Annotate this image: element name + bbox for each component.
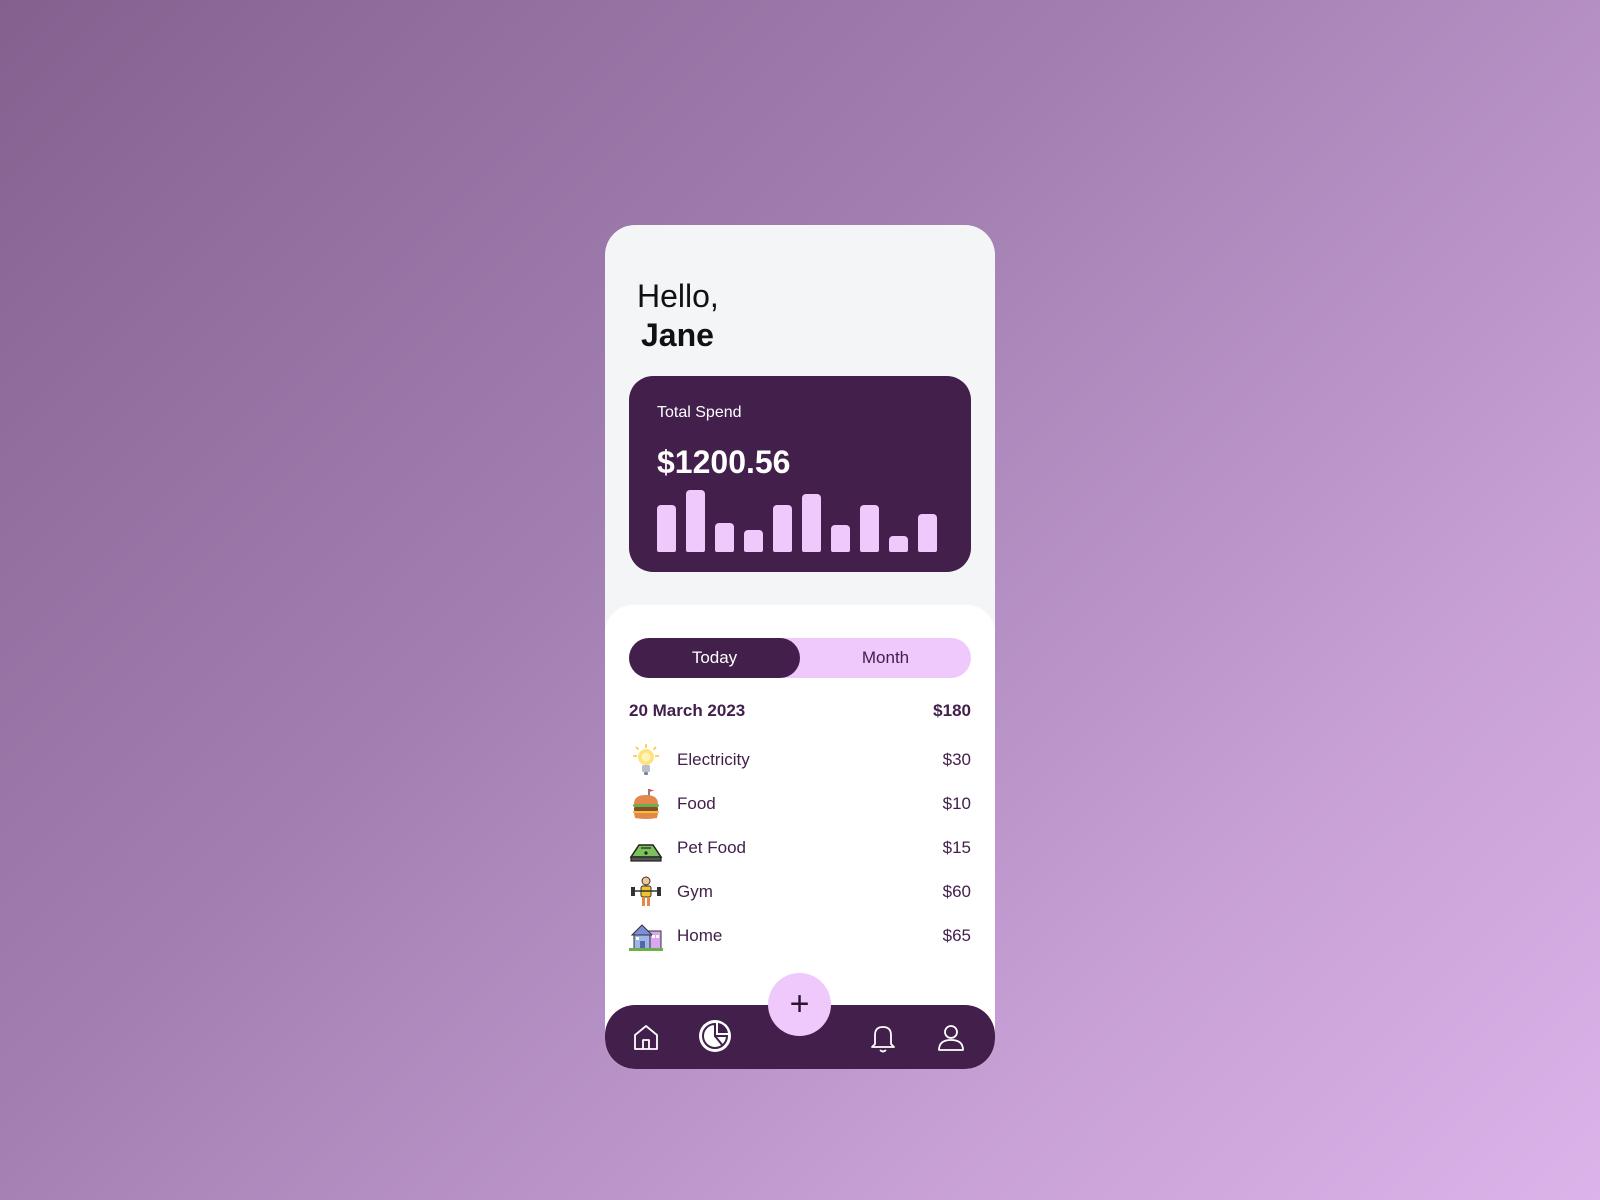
spend-bar: [831, 525, 850, 552]
expense-item-gym[interactable]: Gym $60: [629, 870, 971, 914]
house-icon: [629, 918, 677, 954]
expense-label: Gym: [677, 882, 713, 901]
lightbulb-icon: [629, 742, 677, 778]
period-toggle: Today Month: [629, 638, 971, 678]
user-icon[interactable]: [935, 1021, 967, 1053]
pet-bed-icon: [629, 830, 677, 866]
weightlifter-icon: [629, 874, 677, 910]
total-spend-label: Total Spend: [657, 404, 742, 421]
spend-bar: [773, 505, 792, 552]
burger-icon: [629, 786, 677, 822]
expense-label: Food: [677, 794, 716, 813]
greeting-hello: Hello,: [637, 278, 719, 314]
expense-list: Electricity $30 Food $10 Pet Food $15 Gy…: [629, 738, 971, 958]
expense-amount: $30: [942, 750, 971, 769]
spend-bar: [715, 523, 734, 552]
spend-bar-chart: [657, 490, 939, 552]
expense-amount: $10: [942, 794, 971, 813]
expense-amount: $15: [942, 838, 971, 857]
expense-label: Pet Food: [677, 838, 746, 857]
phone-screen: Hello, Jane Total Spend $1200.56 Today M…: [605, 225, 995, 1069]
summary-total: $180: [933, 701, 971, 720]
expense-item-electricity[interactable]: Electricity $30: [629, 738, 971, 782]
spend-bar: [686, 490, 705, 552]
spend-bar: [744, 530, 763, 552]
spend-bar: [889, 536, 908, 552]
expense-amount: $65: [942, 926, 971, 945]
add-expense-button[interactable]: +: [768, 973, 831, 1036]
summary-date: 20 March 2023: [629, 701, 746, 720]
greeting: Hello, Jane: [637, 277, 719, 355]
expense-item-pet-food[interactable]: Pet Food $15: [629, 826, 971, 870]
toggle-today[interactable]: Today: [629, 638, 800, 678]
expense-item-home[interactable]: Home $65: [629, 914, 971, 958]
spend-bar: [918, 514, 937, 552]
expense-label: Home: [677, 926, 723, 945]
date-summary-row: 20 March 2023 $180: [629, 701, 971, 721]
spend-bar: [657, 505, 676, 552]
chart-icon[interactable]: [698, 1019, 732, 1053]
expense-label: Electricity: [677, 750, 750, 769]
expense-amount: $60: [942, 882, 971, 901]
user-name: Jane: [641, 317, 714, 353]
total-spend-amount: $1200.56: [657, 444, 791, 480]
bell-icon[interactable]: [867, 1021, 899, 1053]
spend-bar: [802, 494, 821, 552]
total-spend-card: Total Spend $1200.56: [629, 376, 971, 572]
spend-bar: [860, 505, 879, 552]
home-icon[interactable]: [630, 1021, 662, 1053]
toggle-month[interactable]: Month: [800, 638, 971, 678]
expense-item-food[interactable]: Food $10: [629, 782, 971, 826]
